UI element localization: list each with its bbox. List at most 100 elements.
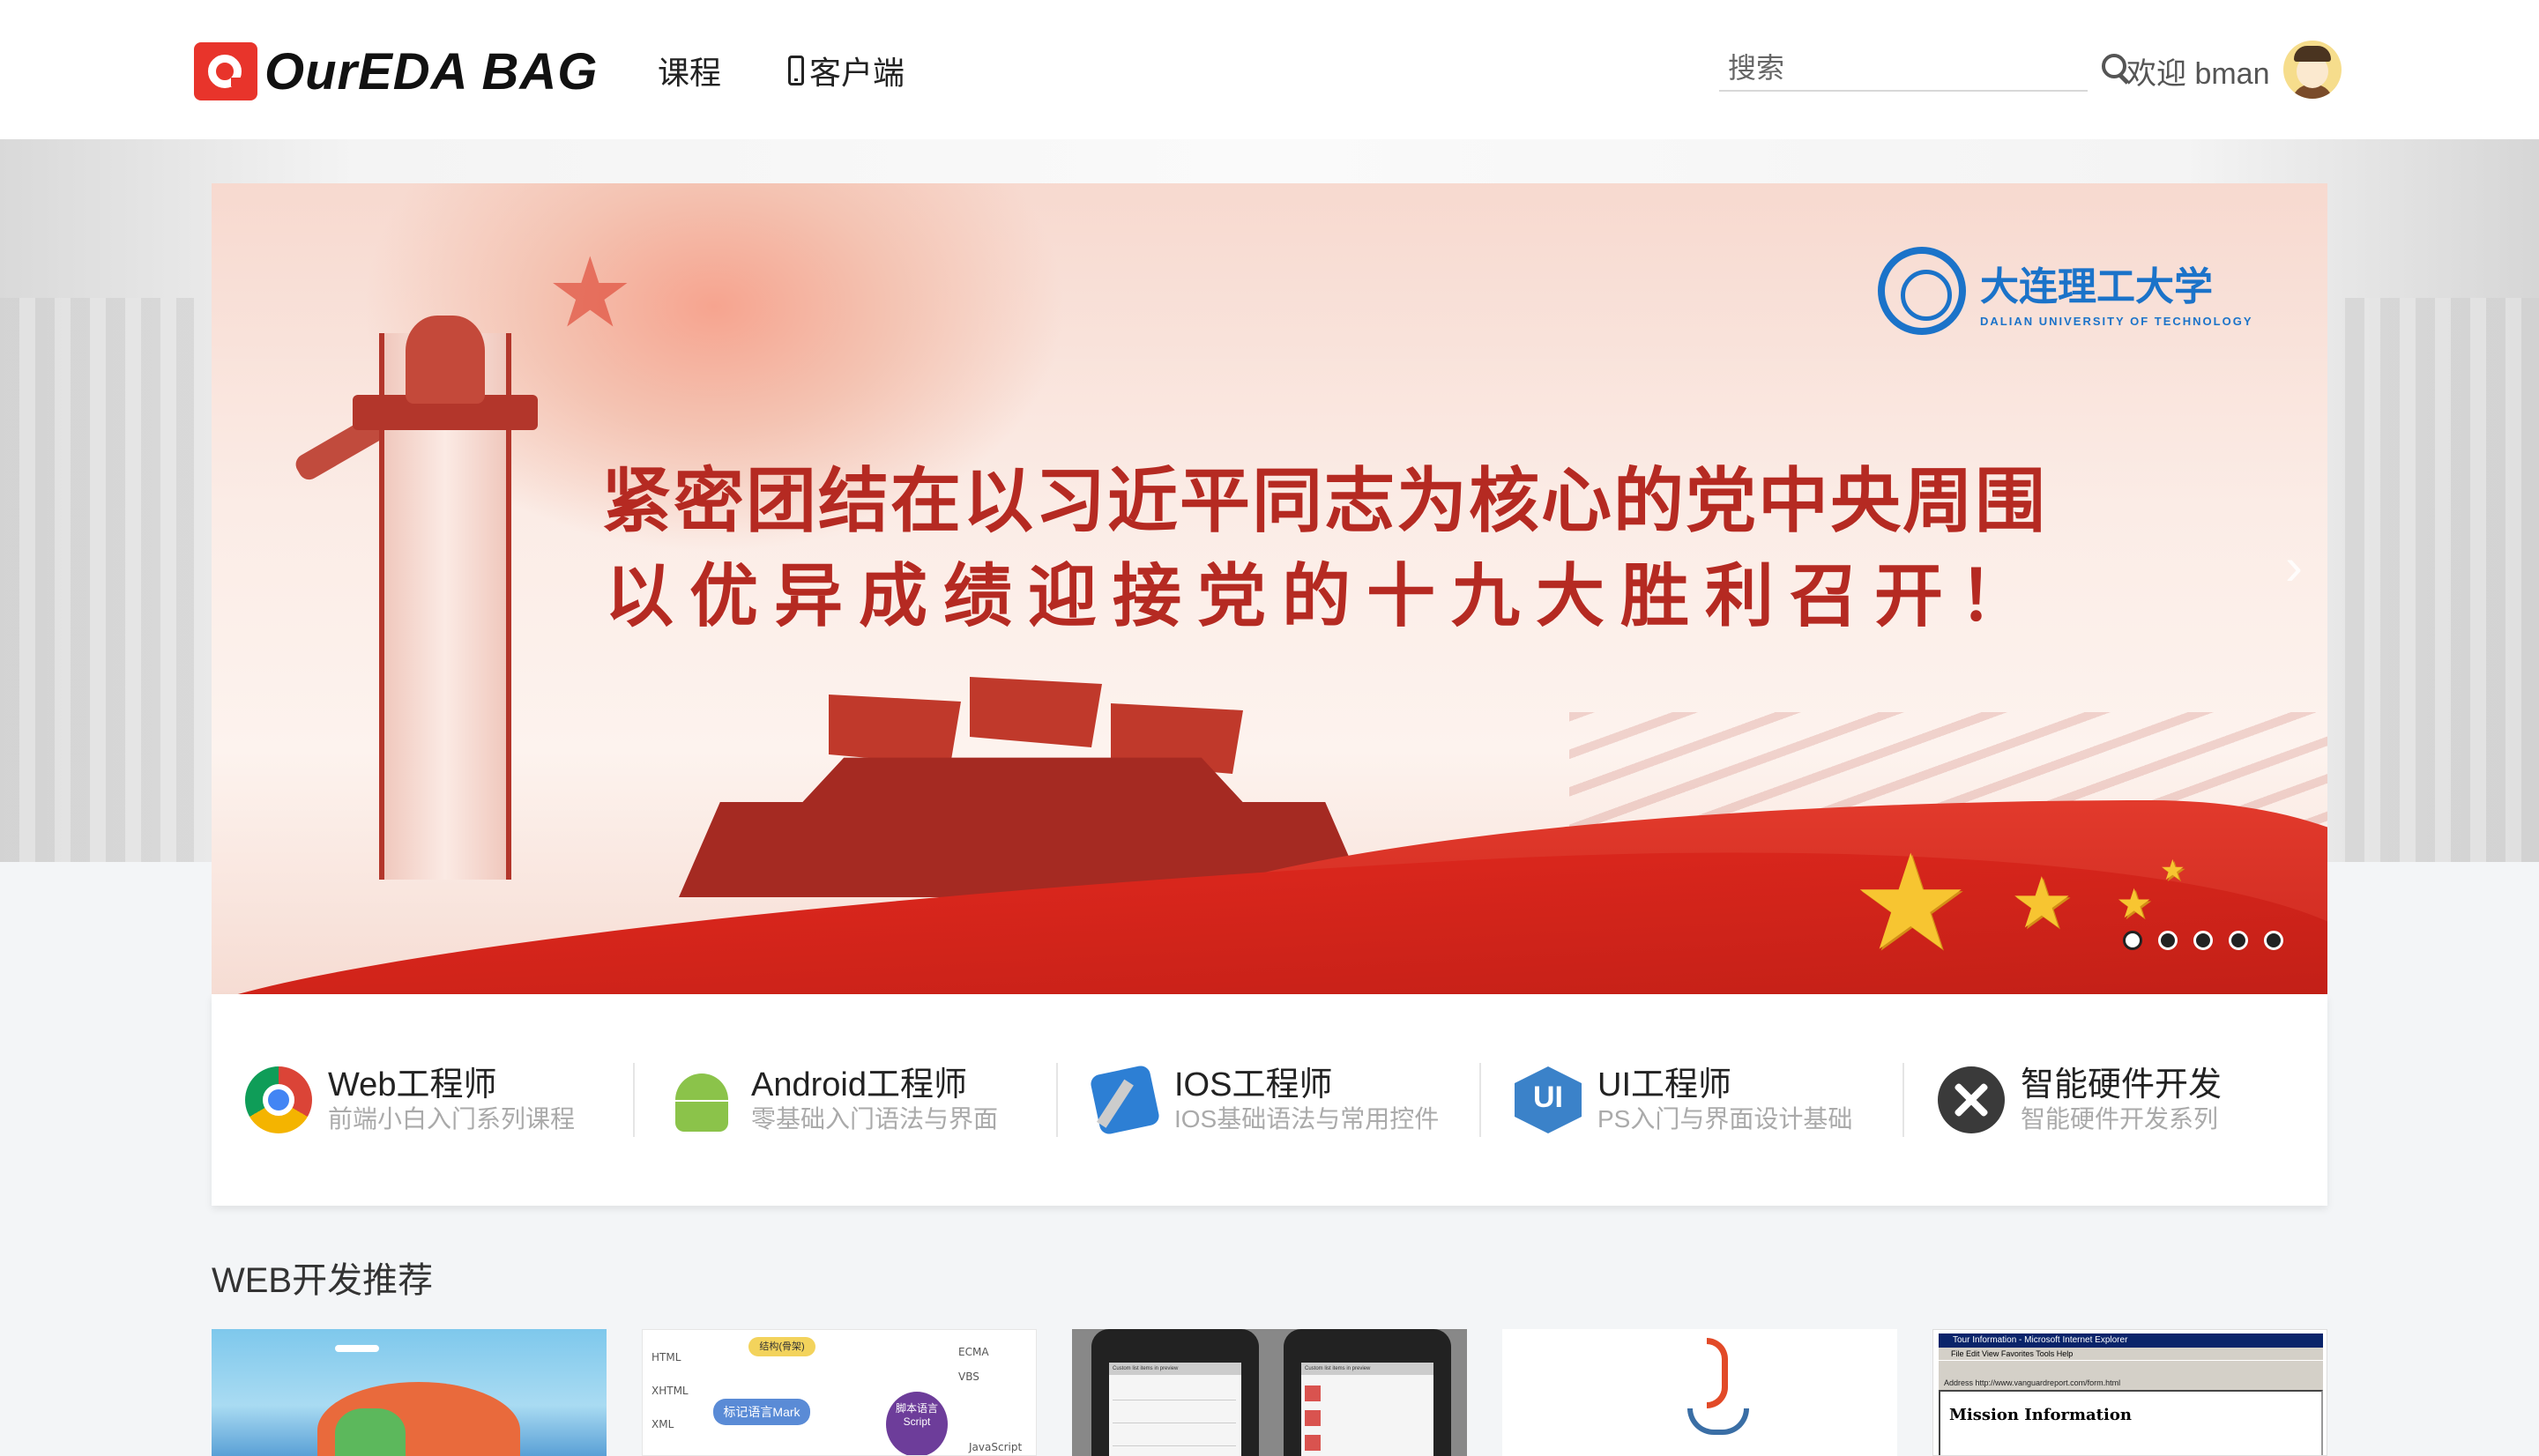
university-subtitle: DALIAN UNIVERSITY OF TECHNOLOGY bbox=[1980, 314, 2253, 328]
category-text: 智能硬件开发 智能硬件开发系列 bbox=[2021, 1066, 2222, 1134]
mindmap-node: VBS bbox=[958, 1371, 979, 1383]
phone-bar: Custom list items in preview bbox=[1109, 1363, 1241, 1375]
category-subtitle: 前端小白入门系列课程 bbox=[328, 1105, 576, 1133]
category-text: UI工程师 PS入门与界面设计基础 bbox=[1597, 1066, 1852, 1134]
phone-screen bbox=[1301, 1363, 1433, 1456]
mindmap-box: 标记语言Mark bbox=[713, 1399, 810, 1425]
course-categories: Web工程师 前端小白入门系列课程 Android工程师 零基础入门语法与界面 … bbox=[212, 994, 2327, 1206]
category-subtitle: 智能硬件开发系列 bbox=[2021, 1105, 2219, 1133]
phone-mockup: Custom list items in preview bbox=[1284, 1329, 1451, 1456]
gold-star-icon: ★ bbox=[1851, 828, 1970, 977]
android-icon bbox=[668, 1066, 735, 1133]
ie-menu-bar: File Edit View Favorites Tools Help bbox=[1939, 1348, 2323, 1360]
ui-icon: UI bbox=[1515, 1066, 1582, 1133]
list-avatar-icon bbox=[1305, 1435, 1321, 1451]
phone-screen bbox=[1109, 1363, 1241, 1456]
category-title: Web工程师 bbox=[328, 1066, 497, 1103]
gold-star-icon: ★ bbox=[2010, 864, 2074, 942]
gold-star-icon: ★ bbox=[2160, 854, 2185, 886]
mindmap-node: JavaScript bbox=[969, 1441, 1023, 1453]
chrome-icon bbox=[245, 1066, 312, 1133]
banner-star-icon: ★ bbox=[547, 239, 634, 347]
mindmap-node: XHTML bbox=[652, 1385, 689, 1397]
category-hardware[interactable]: 智能硬件开发 智能硬件开发系列 bbox=[1904, 1063, 2327, 1137]
gold-star-icon: ★ bbox=[2116, 880, 2153, 926]
user-avatar[interactable] bbox=[2283, 41, 2342, 99]
red-flag-icon bbox=[829, 695, 961, 765]
carousel-dot[interactable] bbox=[2229, 931, 2248, 950]
category-ui[interactable]: UI UI工程师 PS入门与界面设计基础 bbox=[1481, 1063, 1904, 1137]
carousel-dot[interactable] bbox=[2158, 931, 2178, 950]
category-web[interactable]: Web工程师 前端小白入门系列课程 bbox=[212, 1063, 635, 1137]
welcome-user[interactable]: 欢迎 bman bbox=[2126, 49, 2270, 93]
category-title: 智能硬件开发 bbox=[2021, 1066, 2223, 1103]
mindmap-node: ECMA bbox=[958, 1346, 989, 1358]
mobile-phone-icon bbox=[788, 56, 804, 85]
mindmap-node: XML bbox=[652, 1418, 674, 1430]
ie-window-title: Tour Information - Microsoft Internet Ex… bbox=[1939, 1333, 2323, 1348]
category-title: Android工程师 bbox=[751, 1066, 967, 1103]
course-card[interactable]: Tour Information - Microsoft Internet Ex… bbox=[1932, 1329, 2327, 1456]
carousel-dot[interactable] bbox=[2193, 931, 2213, 950]
nav-courses-label: 课程 bbox=[658, 55, 722, 91]
mindmap-node: HTML bbox=[652, 1351, 681, 1363]
course-card[interactable] bbox=[212, 1329, 607, 1456]
search-box bbox=[1719, 46, 2126, 92]
carousel-dots bbox=[2123, 931, 2283, 950]
logo-mark-icon bbox=[194, 42, 257, 100]
java-steam-icon bbox=[1707, 1338, 1728, 1408]
course-cards: HTML XHTML XML 标记语言Mark 结构(骨架) 脚本语言 Scri… bbox=[212, 1329, 2327, 1456]
avatar-hair bbox=[2294, 46, 2331, 62]
category-android[interactable]: Android工程师 零基础入门语法与界面 bbox=[635, 1063, 1058, 1137]
category-subtitle: 零基础入门语法与界面 bbox=[751, 1105, 999, 1133]
pillar-lion bbox=[406, 316, 485, 404]
thumb-hill bbox=[335, 1408, 406, 1456]
ie-page-heading: Mission Information bbox=[1949, 1406, 2132, 1424]
tools-icon bbox=[1938, 1066, 2005, 1133]
section-title: WEB开发推荐 bbox=[212, 1261, 434, 1300]
airplane-icon bbox=[335, 1345, 379, 1352]
category-ios[interactable]: IOS工程师 IOS基础语法与常用控件 bbox=[1058, 1063, 1481, 1137]
mindmap-box: 结构(骨架) bbox=[748, 1337, 815, 1356]
list-avatar-icon bbox=[1305, 1410, 1321, 1426]
carousel-dot[interactable] bbox=[2123, 931, 2142, 950]
list-avatar-icon bbox=[1305, 1385, 1321, 1401]
phone-bar: Custom list items in preview bbox=[1301, 1363, 1433, 1375]
category-text: IOS工程师 IOS基础语法与常用控件 bbox=[1174, 1066, 1439, 1134]
ios-dev-icon bbox=[1089, 1064, 1161, 1136]
mindmap-box: 脚本语言 Script bbox=[886, 1392, 948, 1455]
banner-slogan-line2: 以优异成绩迎接党的十九大胜利召开！ bbox=[604, 556, 2044, 636]
logo-text: OurEDA BAG bbox=[264, 42, 599, 100]
course-card[interactable]: HTML XHTML XML 标记语言Mark 结构(骨架) 脚本语言 Scri… bbox=[642, 1329, 1037, 1456]
top-header: OurEDA BAG 课程 客户端 欢迎 bman bbox=[0, 0, 2539, 139]
mindmap-label: Script bbox=[903, 1415, 931, 1428]
phone-mockup: Custom list items in preview bbox=[1091, 1329, 1259, 1456]
carousel-dot[interactable] bbox=[2264, 931, 2283, 950]
ie-toolbar bbox=[1939, 1360, 2323, 1376]
university-text: 大连理工大学 DALIAN UNIVERSITY OF TECHNOLOGY bbox=[1980, 255, 2253, 328]
category-text: Android工程师 零基础入门语法与界面 bbox=[751, 1066, 998, 1134]
search-input[interactable] bbox=[1719, 51, 2098, 85]
ie-page: Mission Information bbox=[1939, 1390, 2323, 1455]
course-card[interactable]: Custom list items in preview Custom list… bbox=[1072, 1329, 1467, 1456]
category-subtitle: PS入门与界面设计基础 bbox=[1597, 1105, 1853, 1133]
nav-client[interactable]: 客户端 bbox=[788, 48, 905, 93]
carousel-next-arrow-icon[interactable]: › bbox=[2285, 536, 2303, 597]
university-logo: 大连理工大学 DALIAN UNIVERSITY OF TECHNOLOGY bbox=[1878, 247, 2253, 335]
mindmap-label: 脚本语言 bbox=[895, 1402, 938, 1415]
banner-slogan-line1: 紧密团结在以习近平同志为核心的党中央周围 bbox=[601, 459, 2047, 542]
java-cup-icon bbox=[1687, 1408, 1749, 1435]
category-text: Web工程师 前端小白入门系列课程 bbox=[328, 1066, 575, 1134]
hero-carousel[interactable]: ★ 大连理工大学 DALIAN UNIVERSITY OF TECHNOLOGY… bbox=[212, 183, 2327, 994]
nav-client-label: 客户端 bbox=[809, 55, 905, 91]
nav-courses[interactable]: 课程 bbox=[658, 48, 721, 93]
site-logo[interactable]: OurEDA BAG bbox=[194, 41, 598, 102]
university-name: 大连理工大学 bbox=[1980, 264, 2213, 309]
university-seal-icon bbox=[1878, 247, 1966, 335]
course-card[interactable] bbox=[1502, 1329, 1897, 1456]
category-title: UI工程师 bbox=[1597, 1066, 1732, 1103]
category-title: IOS工程师 bbox=[1174, 1066, 1333, 1103]
ie-address-bar: Address http://www.vanguardreport.com/fo… bbox=[1939, 1376, 2323, 1390]
red-flag-icon bbox=[970, 677, 1102, 747]
category-subtitle: IOS基础语法与常用控件 bbox=[1174, 1105, 1440, 1133]
